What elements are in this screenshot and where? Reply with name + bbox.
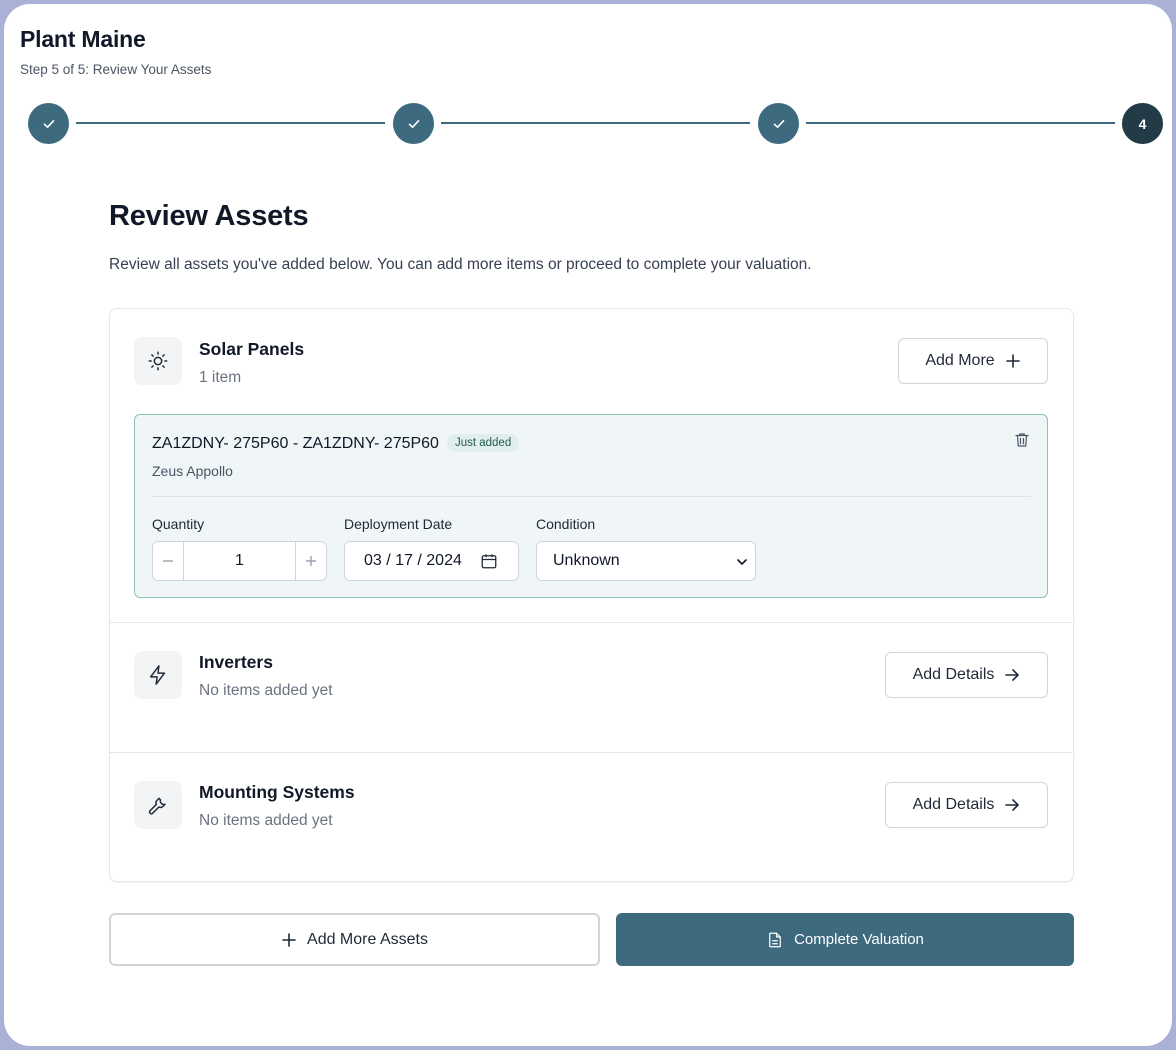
chevron-down-icon <box>737 559 747 565</box>
document-icon <box>769 932 781 947</box>
add-details-button[interactable]: Add Details <box>885 652 1048 698</box>
calendar-icon[interactable] <box>480 552 498 570</box>
add-more-button[interactable]: Add More <box>898 338 1048 384</box>
complete-valuation-button[interactable]: Complete Valuation <box>616 913 1074 966</box>
divider <box>152 496 1031 497</box>
condition-value: Unknown <box>553 552 620 569</box>
section-status: No items added yet <box>199 682 333 699</box>
trash-icon[interactable] <box>1013 431 1031 449</box>
quantity-stepper: 1 <box>152 541 327 581</box>
check-icon <box>408 119 419 128</box>
check-icon <box>773 119 784 128</box>
section-inverters: Inverters No items added yet Add Details <box>110 622 1073 752</box>
step-connector <box>441 122 750 124</box>
date-value: 03 / 17 / 2024 <box>364 552 462 569</box>
asset-item-card: ZA1ZDNY- 275P60 - ZA1ZDNY- 275P60 Just ad… <box>134 414 1048 598</box>
asset-item-name: ZA1ZDNY- 275P60 - ZA1ZDNY- 275P60 <box>152 435 439 453</box>
condition-label: Condition <box>536 516 596 532</box>
quantity-input[interactable]: 1 <box>183 542 296 580</box>
section-solar-panels: Solar Panels 1 item Add More ZA1ZDNY- 27… <box>110 309 1073 622</box>
step-4-current[interactable]: 4 <box>1122 103 1163 144</box>
assets-card: Solar Panels 1 item Add More ZA1ZDNY- 27… <box>109 308 1074 882</box>
progress-stepper: 4 <box>28 103 1163 144</box>
button-label: Add Details <box>912 796 995 813</box>
asset-item: ZA1ZDNY- 275P60 - ZA1ZDNY- 275P60 Just ad… <box>152 434 520 453</box>
condition-select[interactable]: Unknown <box>536 541 756 581</box>
plus-icon <box>306 556 316 566</box>
add-details-button[interactable]: Add Details <box>885 782 1048 828</box>
arrow-right-icon <box>1005 799 1020 811</box>
minus-icon <box>163 560 173 562</box>
section-title: Mounting Systems <box>199 782 355 802</box>
section-title: Solar Panels <box>199 339 305 359</box>
item-count: 1 item <box>199 369 242 386</box>
just-added-badge: Just added <box>446 434 520 452</box>
button-label: Add More <box>925 352 995 369</box>
step-connector <box>76 122 385 124</box>
button-label: Add More Assets <box>307 930 428 948</box>
main-content: Review Assets Review all assets you've a… <box>109 200 1074 273</box>
page-title: Review Assets <box>109 200 309 232</box>
increment-button[interactable] <box>296 542 326 580</box>
step-connector <box>806 122 1115 124</box>
plus-icon <box>282 932 296 947</box>
step-indicator-text: Step 5 of 5: Review Your Assets <box>20 62 212 77</box>
asset-manufacturer: Zeus Appollo <box>152 463 233 479</box>
check-icon <box>43 119 54 128</box>
section-title: Inverters <box>199 652 273 672</box>
step-1-complete[interactable] <box>28 103 69 144</box>
step-3-complete[interactable] <box>758 103 799 144</box>
step-2-complete[interactable] <box>393 103 434 144</box>
deployment-date-input[interactable]: 03 / 17 / 2024 <box>344 541 519 581</box>
quantity-label: Quantity <box>152 516 205 532</box>
button-label: Add Details <box>912 666 995 683</box>
section-status: No items added yet <box>199 812 333 829</box>
decrement-button[interactable] <box>153 542 183 580</box>
button-label: Complete Valuation <box>794 931 924 948</box>
arrow-right-icon <box>1005 669 1020 681</box>
page-description: Review all assets you've added below. Yo… <box>109 256 812 273</box>
bolt-icon <box>134 651 182 699</box>
wrench-icon <box>134 781 182 829</box>
section-mounting-systems: Mounting Systems No items added yet Add … <box>110 752 1073 882</box>
sun-icon <box>134 337 182 385</box>
plus-icon <box>1005 354 1020 368</box>
app-title: Plant Maine <box>20 26 146 52</box>
add-more-assets-button[interactable]: Add More Assets <box>109 913 600 966</box>
deployment-date-label: Deployment Date <box>344 516 453 532</box>
